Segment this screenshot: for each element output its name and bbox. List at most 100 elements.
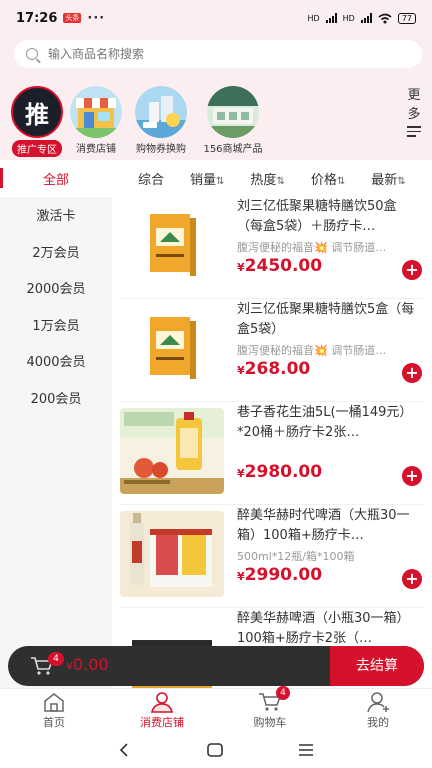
tab-label: 首页 (43, 716, 65, 729)
signal-icon (325, 13, 337, 23)
coupon-icon (135, 86, 187, 138)
tab-cart[interactable]: 4 购物车 (216, 686, 324, 732)
cart-total: ¥0.00 (66, 655, 109, 674)
sort-popularity[interactable]: 热度⇅ (250, 169, 284, 188)
product-subtitle: 腹泻便秘的福音💥 调节肠道… (237, 344, 387, 357)
more-label-2: 多 (407, 107, 421, 122)
nav-item-20k-member[interactable]: 2万会员 (0, 233, 112, 270)
product-list: 刘三亿低聚果糖特膳饮50盒（每盒5袋）＋肠疗卡… 腹泻便秘的福音💥 调节肠道… … (112, 196, 432, 688)
tab-profile[interactable]: 我的 (324, 689, 432, 732)
status-more-dots: ··· (87, 10, 106, 26)
search-input[interactable] (48, 47, 348, 61)
sort-price[interactable]: 价格⇅ (311, 169, 345, 188)
menu-icon[interactable] (298, 743, 314, 757)
price-value: 2980.00 (244, 462, 323, 482)
nav-item-activation-card[interactable]: 激活卡 (0, 197, 112, 234)
checkout-button[interactable]: 去结算 (330, 646, 424, 686)
sort-label: 热度 (250, 172, 277, 188)
cart-count-badge: 4 (48, 652, 64, 666)
nav-item-2000-member[interactable]: 2000会员 (0, 270, 112, 307)
category-label: 消费店铺 (76, 144, 116, 155)
more-label-1: 更 (407, 88, 421, 103)
tab-label: 消费店铺 (140, 716, 184, 729)
status-bar: 17:26 头条 ··· HD HD 77 (0, 0, 432, 36)
add-to-cart-button[interactable]: + (402, 466, 422, 486)
network-type-1: HD (307, 13, 320, 23)
home-icon (44, 693, 64, 712)
list-icon (407, 126, 421, 137)
cart-tab-badge: 4 (276, 686, 290, 700)
product-item[interactable]: 刘三亿低聚果糖特膳饮5盒（每盒5袋） 腹泻便秘的福音💥 调节肠道… ¥268.0… (120, 299, 424, 402)
product-image (120, 202, 224, 288)
price-value: 2990.00 (244, 565, 323, 585)
sort-comprehensive[interactable]: 综合 (138, 169, 164, 188)
product-price: ¥268.00 (237, 359, 310, 379)
sort-arrow-icon: ⇅ (397, 175, 406, 187)
product-image (120, 305, 224, 391)
nav-item-200-member[interactable]: 200会员 (0, 379, 112, 416)
left-category-nav: 全部 激活卡 2万会员 2000会员 1万会员 4000会员 200会员 (0, 160, 112, 688)
category-label: 推广专区 (12, 140, 62, 157)
sort-bar: 综合 销量⇅ 热度⇅ 价格⇅ 最新⇅ (112, 160, 432, 196)
promo-icon: 推 (11, 86, 63, 138)
system-nav-bar (0, 732, 432, 768)
search-bar[interactable] (14, 40, 422, 68)
header-area: 推 推广专区 消费店铺 购物券换购 156商城产品 更 多 (0, 36, 432, 160)
category-mall[interactable]: 156商城产品 (198, 86, 268, 155)
product-item[interactable]: 醉美华赫时代啤酒（大瓶30一箱）100箱+肠疗卡… 500ml*12瓶/箱*10… (120, 505, 424, 608)
category-shop[interactable]: 消费店铺 (61, 86, 131, 155)
product-item[interactable]: 刘三亿低聚果糖特膳饮50盒（每盒5袋）＋肠疗卡… 腹泻便秘的福音💥 调节肠道… … (120, 196, 424, 299)
more-categories-button[interactable]: 更 多 (404, 86, 424, 140)
network-type-2: HD (342, 13, 355, 23)
currency-symbol: ¥ (66, 660, 73, 673)
shop-person-icon (150, 692, 174, 713)
battery-icon: 77 (397, 12, 416, 24)
product-subtitle: 腹泻便秘的福音💥 调节肠道… (237, 241, 387, 254)
currency-symbol: ¥ (237, 261, 245, 274)
sort-arrow-icon: ⇅ (336, 175, 346, 187)
category-row: 推 推广专区 消费店铺 购物券换购 156商城产品 更 多 (0, 86, 432, 157)
search-icon (26, 48, 38, 60)
home-square-icon[interactable] (207, 743, 223, 757)
product-price: ¥2980.00 (237, 462, 322, 482)
notification-badge: 头条 (63, 13, 82, 23)
cart-bar: 4 ¥0.00 去结算 (8, 646, 424, 686)
status-time: 17:26 (16, 10, 58, 26)
sort-newest[interactable]: 最新⇅ (371, 169, 405, 188)
status-indicators: HD HD 77 (307, 12, 416, 24)
currency-symbol: ¥ (237, 467, 245, 480)
product-image (120, 511, 224, 597)
product-name: 巷子香花生油5L(一桶149元）*20桶＋肠疗卡2张… (237, 405, 413, 440)
product-price: ¥2990.00 (237, 565, 322, 585)
sort-label: 最新 (371, 172, 398, 188)
product-name: 刘三亿低聚果糖特膳饮50盒（每盒5袋）＋肠疗卡… (237, 199, 397, 234)
category-coupon[interactable]: 购物券换购 (126, 86, 196, 155)
product-image (120, 408, 224, 494)
sort-sales[interactable]: 销量⇅ (190, 169, 224, 188)
price-value: 268.00 (244, 359, 311, 379)
tab-label: 我的 (367, 716, 389, 729)
category-label: 购物券换购 (136, 144, 186, 155)
sort-label: 销量 (190, 172, 217, 188)
tab-label: 购物车 (253, 716, 287, 729)
product-name: 醉美华赫啤酒（小瓶30一箱）100箱+肠疗卡2张（… (237, 611, 410, 646)
add-to-cart-button[interactable]: + (402, 569, 422, 589)
bottom-tab-bar: 首页 消费店铺 4 购物车 我的 (0, 686, 432, 732)
add-to-cart-button[interactable]: + (402, 363, 422, 383)
nav-item-4000-member[interactable]: 4000会员 (0, 343, 112, 380)
tab-shop[interactable]: 消费店铺 (108, 689, 216, 732)
product-name: 刘三亿低聚果糖特膳饮5盒（每盒5袋） (237, 302, 415, 337)
mall-icon (207, 86, 259, 138)
nav-item-10k-member[interactable]: 1万会员 (0, 306, 112, 343)
tab-home[interactable]: 首页 (0, 689, 108, 732)
sort-arrow-icon: ⇅ (216, 175, 225, 187)
nav-item-all[interactable]: 全部 (0, 160, 112, 197)
product-price: ¥2450.00 (237, 256, 322, 276)
add-to-cart-button[interactable]: + (402, 260, 422, 280)
price-value: 2450.00 (244, 256, 323, 276)
sort-label: 价格 (310, 172, 337, 188)
product-subtitle: 500ml*12瓶/箱*100箱 (237, 550, 355, 563)
product-item[interactable]: 巷子香花生油5L(一桶149元）*20桶＋肠疗卡2张… ¥2980.00 + (120, 402, 424, 505)
sort-arrow-icon: ⇅ (276, 175, 285, 187)
back-icon[interactable] (118, 743, 132, 757)
